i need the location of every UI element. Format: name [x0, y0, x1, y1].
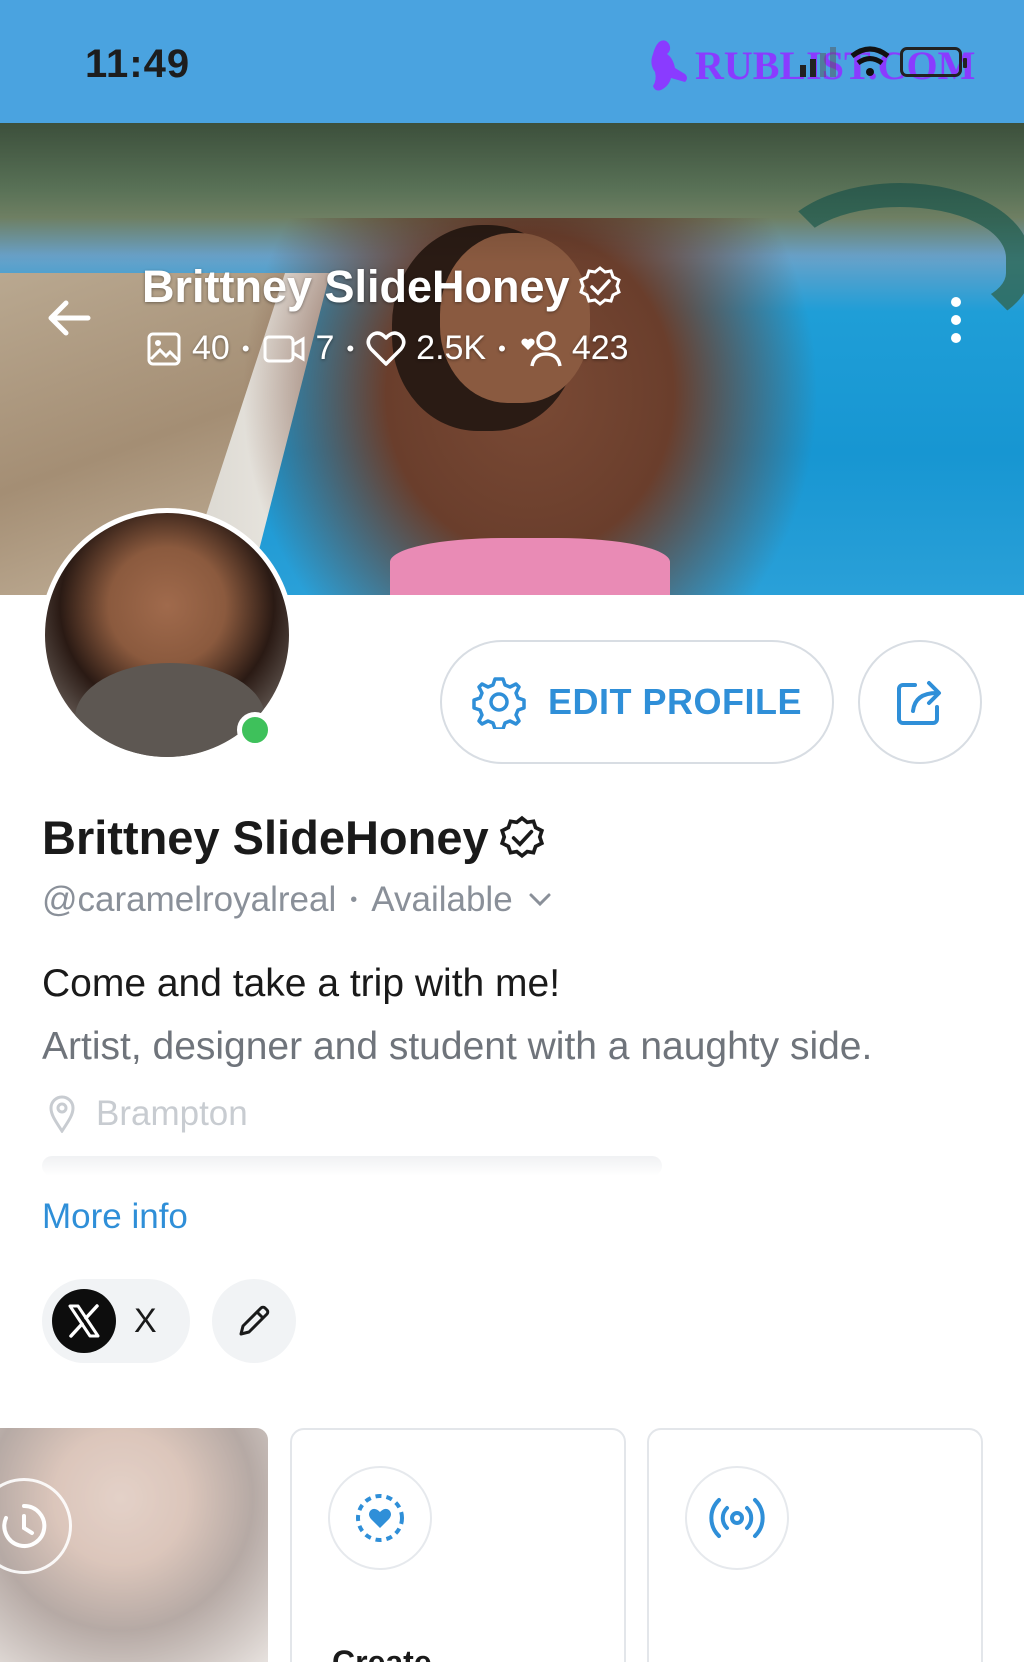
x-logo-icon — [52, 1289, 116, 1353]
chevron-down-icon — [529, 893, 551, 907]
availability-label: Available — [371, 880, 513, 919]
verified-icon — [578, 266, 621, 306]
wifi-icon — [850, 46, 890, 76]
back-arrow-icon[interactable] — [44, 293, 94, 343]
live-broadcast-icon — [685, 1466, 789, 1570]
image-icon — [147, 332, 181, 365]
bio-headline: Come and take a trip with me! — [42, 962, 561, 1005]
social-x-chip[interactable]: X — [42, 1279, 190, 1363]
availability-selector[interactable]: Available — [371, 880, 552, 920]
username-handle: @caramelroyalreal — [42, 880, 337, 919]
live-card[interactable] — [647, 1428, 983, 1662]
edit-profile-button[interactable]: EDIT PROFILE — [440, 640, 834, 764]
faded-info-row — [42, 1156, 662, 1176]
status-time: 11:49 — [85, 42, 191, 86]
gear-icon — [472, 677, 526, 729]
share-icon — [897, 681, 941, 725]
watermark-figure-icon — [651, 40, 687, 91]
more-info-link[interactable]: More info — [42, 1197, 188, 1237]
cover-title: Brittney SlideHoney — [142, 261, 622, 313]
create-card[interactable]: Create — [290, 1428, 626, 1662]
heart-timer-icon — [328, 1466, 432, 1570]
cover-name-text: Brittney SlideHoney — [142, 261, 570, 312]
fans-icon — [521, 330, 562, 366]
stat-photos-count: 40 — [192, 329, 230, 367]
social-x-label: X — [134, 1301, 157, 1340]
profile-name-text: Brittney SlideHoney — [42, 811, 489, 864]
cover-stats: 40 • 7 • 2.5K • 423 — [146, 329, 629, 368]
pencil-icon — [239, 1305, 270, 1336]
create-card-label: Create — [332, 1644, 432, 1662]
profile-name: Brittney SlideHoney — [42, 810, 545, 865]
status-icons — [800, 46, 967, 78]
heart-icon — [366, 330, 406, 366]
edit-profile-label: EDIT PROFILE — [547, 681, 802, 722]
more-options-icon[interactable] — [946, 295, 966, 345]
stat-videos: 7 — [262, 329, 335, 368]
video-icon — [263, 335, 305, 362]
stat-fans: 423 — [518, 329, 629, 368]
bio-description: Artist, designer and student with a naug… — [42, 1025, 873, 1068]
location-pin-icon — [49, 1095, 75, 1133]
edit-social-links-button[interactable] — [212, 1279, 296, 1363]
location-text: Brampton — [96, 1094, 248, 1133]
verified-icon — [499, 815, 544, 858]
share-button[interactable] — [858, 640, 982, 764]
handle-row: @caramelroyalreal • Available — [42, 880, 553, 920]
stat-fans-count: 423 — [571, 329, 629, 367]
story-card[interactable] — [0, 1428, 268, 1662]
status-bar: 11:49 RUBLIST.COM — [0, 0, 1024, 123]
battery-icon — [900, 47, 967, 77]
stat-photos: 40 — [146, 329, 230, 368]
stat-videos-count: 7 — [315, 329, 335, 367]
stat-likes: 2.5K — [366, 329, 486, 368]
location-row: Brampton — [48, 1094, 248, 1134]
online-status-dot — [237, 712, 273, 748]
signal-icon — [800, 47, 836, 77]
stat-likes-count: 2.5K — [416, 329, 487, 367]
